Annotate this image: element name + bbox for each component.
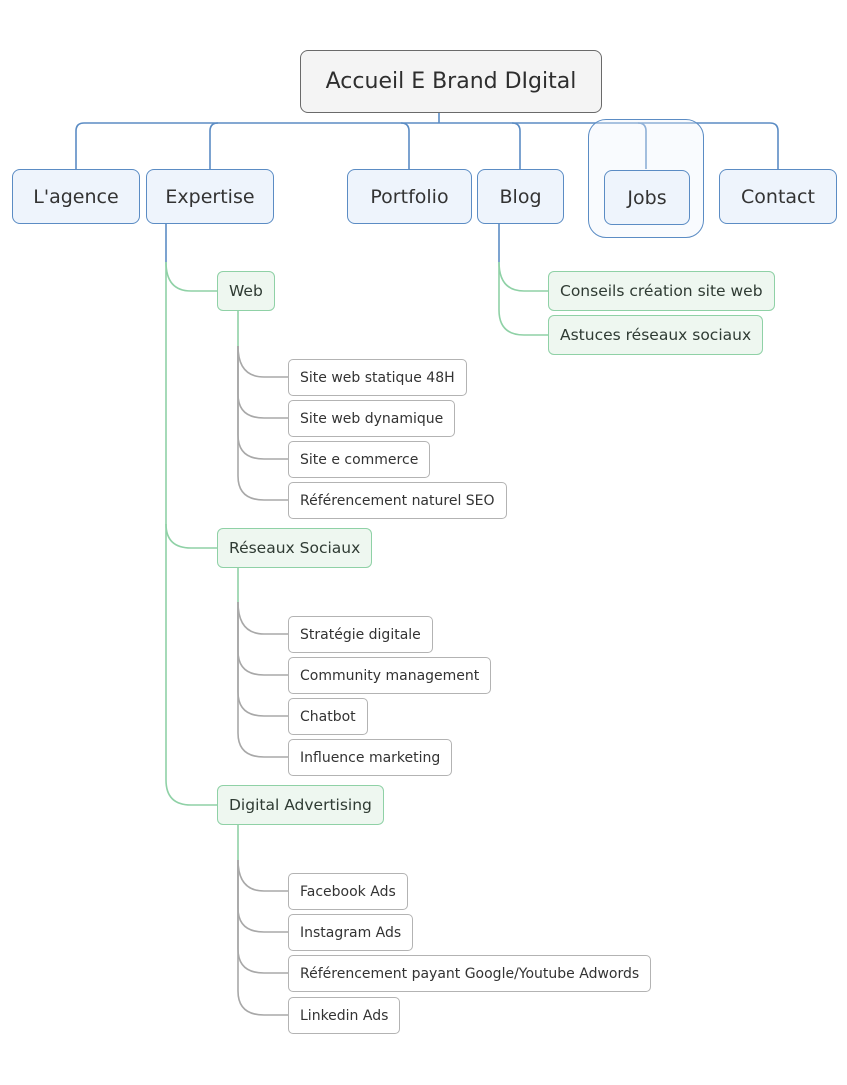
leaf-topic[interactable]: Facebook Ads xyxy=(288,873,408,910)
link-astuces xyxy=(498,262,549,336)
leaf-label: Influence marketing xyxy=(300,749,441,766)
leaf-link xyxy=(237,860,289,974)
subtopic-label: Web xyxy=(229,282,263,300)
central-topic[interactable]: Accueil E Brand DIgital xyxy=(300,50,602,113)
subtopic-conseils[interactable]: Conseils création site web xyxy=(548,271,775,311)
subtopic-label: Astuces réseaux sociaux xyxy=(560,326,752,344)
link-portfolio xyxy=(400,122,410,169)
topic-jobs[interactable]: Jobs xyxy=(604,170,690,225)
leaf-link xyxy=(237,860,289,1016)
topic-portfolio[interactable]: Portfolio xyxy=(347,169,472,224)
topic-label: Jobs xyxy=(627,186,667,209)
leaf-link xyxy=(237,860,289,933)
leaf-link xyxy=(237,346,289,419)
leaf-link xyxy=(237,602,289,717)
leaf-link xyxy=(237,345,289,378)
subtopic-label: Digital Advertising xyxy=(229,796,372,814)
leaf-label: Instagram Ads xyxy=(300,924,402,941)
subtopic-label: Réseaux Sociaux xyxy=(229,539,361,557)
leaf-label: Community management xyxy=(300,667,480,684)
leaf-link xyxy=(237,601,289,635)
leaf-topic[interactable]: Instagram Ads xyxy=(288,914,414,951)
leaf-topic[interactable]: Community management xyxy=(288,657,492,694)
leaf-label: Référencement naturel SEO xyxy=(300,492,495,509)
leaf-link xyxy=(237,602,289,676)
link-reseaux-sociaux xyxy=(165,523,218,549)
central-topic-label: Accueil E Brand DIgital xyxy=(325,69,577,94)
topic-label: Contact xyxy=(741,185,815,208)
topic-label: Expertise xyxy=(165,185,255,208)
leaf-topic[interactable]: Référencement payant Google/Youtube Adwo… xyxy=(288,955,652,992)
topic-label: Blog xyxy=(499,185,542,208)
connector-lines xyxy=(75,113,779,1016)
topic-contact[interactable]: Contact xyxy=(719,169,837,224)
leaf-link xyxy=(237,602,289,758)
leaf-label: Facebook Ads xyxy=(300,883,396,900)
leaf-label: Site web dynamique xyxy=(300,410,444,427)
link-conseils xyxy=(498,261,549,292)
link-blog xyxy=(511,122,521,169)
leaf-label: Référencement payant Google/Youtube Adwo… xyxy=(300,965,640,982)
subtopic-reseaux-sociaux[interactable]: Réseaux Sociaux xyxy=(217,528,373,568)
topic-blog[interactable]: Blog xyxy=(477,169,564,224)
leaf-link xyxy=(237,346,289,460)
subtopic-web[interactable]: Web xyxy=(217,271,275,311)
topic-label: L'agence xyxy=(33,185,119,208)
leaf-topic[interactable]: Chatbot xyxy=(288,698,368,735)
link-web xyxy=(165,261,218,292)
subtopic-digital-advertising[interactable]: Digital Advertising xyxy=(217,785,384,825)
leaf-label: Linkedin Ads xyxy=(300,1007,389,1024)
leaf-topic[interactable]: Site web dynamique xyxy=(288,400,456,437)
leaf-topic[interactable]: Site web statique 48H xyxy=(288,359,467,396)
leaf-label: Stratégie digitale xyxy=(300,626,421,643)
link-expertise xyxy=(209,122,219,169)
subtopic-label: Conseils création site web xyxy=(560,282,763,300)
leaf-topic[interactable]: Stratégie digitale xyxy=(288,616,433,653)
leaf-topic[interactable]: Influence marketing xyxy=(288,739,453,776)
leaf-label: Chatbot xyxy=(300,708,356,725)
subtopic-astuces[interactable]: Astuces réseaux sociaux xyxy=(548,315,764,355)
leaf-topic[interactable]: Site e commerce xyxy=(288,441,431,478)
leaf-topic[interactable]: Linkedin Ads xyxy=(288,997,401,1034)
link-digital-advertising xyxy=(165,262,218,806)
leaf-label: Site web statique 48H xyxy=(300,369,455,386)
topic-expertise[interactable]: Expertise xyxy=(146,169,274,224)
leaf-link xyxy=(237,346,289,501)
topic-label: Portfolio xyxy=(370,185,449,208)
leaf-topic[interactable]: Référencement naturel SEO xyxy=(288,482,507,519)
topic-lagence[interactable]: L'agence xyxy=(12,169,140,224)
leaf-connectors xyxy=(237,345,289,1016)
leaf-link xyxy=(237,859,289,892)
leaf-label: Site e commerce xyxy=(300,451,419,468)
